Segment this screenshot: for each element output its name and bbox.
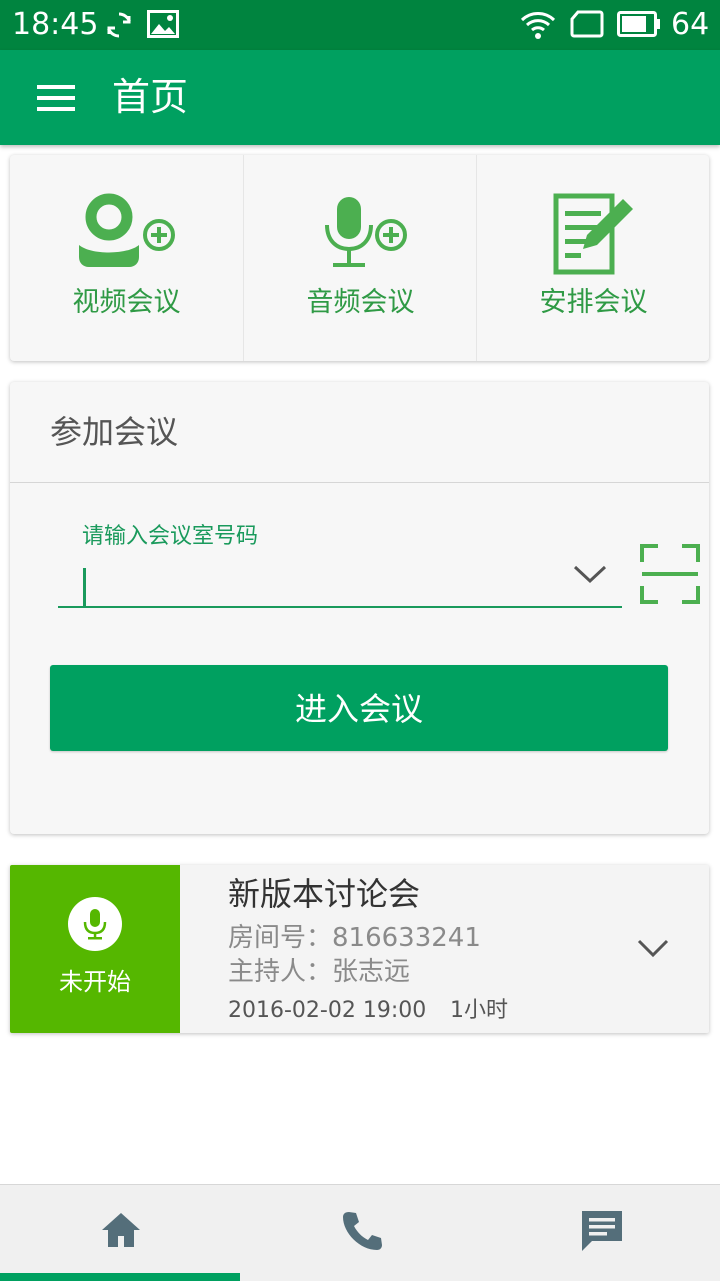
app-bar: 首页 [0,50,720,145]
status-time: 18:45 [12,7,99,42]
schedule-edit-icon [553,193,633,275]
video-conference-add-icon [79,193,175,267]
tab-home[interactable] [0,1185,240,1281]
quick-action-label: 音频会议 [306,287,415,318]
mic-icon [83,909,107,940]
status-bar: 18:45 64 [0,0,720,50]
quick-action-label: 视频会议 [72,287,181,318]
room-number-row: 房间号：816633241 [228,921,481,955]
tab-calls[interactable] [240,1185,480,1281]
battery-level: 64 [671,7,710,42]
video-conference-button[interactable]: 视频会议 [10,155,243,361]
divider [10,482,709,483]
meeting-datetime: 2016-02-02 19:00 [228,998,427,1023]
sim-icon [570,10,604,38]
phone-icon [343,1212,382,1250]
quick-action-label: 安排会议 [539,287,648,318]
audio-conference-button[interactable]: 音频会议 [243,155,477,361]
image-icon [147,10,179,38]
battery-icon [617,11,660,37]
bottom-navigation [0,1184,720,1281]
sync-icon [107,12,131,38]
join-meeting-heading: 参加会议 [50,413,179,451]
meeting-title: 新版本讨论会 [228,875,421,913]
page-title: 首页 [112,75,189,119]
room-number-caption: 房间号： [228,923,333,953]
text-cursor [83,568,86,606]
meeting-status-panel: 未开始 [10,865,180,1033]
room-number-label: 请输入会议室号码 [82,524,259,549]
quick-actions-card: 视频会议 音频会议 安排会议 [10,155,709,361]
menu-icon[interactable] [37,83,75,113]
tab-messages[interactable] [480,1185,720,1281]
host-name: 张志远 [332,957,411,987]
audio-conference-add-icon [325,197,407,267]
chevron-down-icon[interactable] [572,562,608,586]
home-icon [102,1213,140,1247]
wifi-icon [520,12,556,39]
room-number-value: 816633241 [332,923,481,953]
message-icon [582,1211,622,1251]
join-meeting-card: 参加会议 请输入会议室号码 进入会议 [10,382,709,834]
room-number-input[interactable] [58,552,622,608]
scan-qr-icon[interactable] [640,544,700,604]
host-row: 主持人：张志远 [228,955,410,989]
meeting-status: 未开始 [59,968,131,996]
chevron-down-icon[interactable] [636,937,670,959]
mic-badge [68,897,122,951]
meeting-duration: 1小时 [450,998,508,1023]
schedule-meeting-button[interactable]: 安排会议 [476,155,710,361]
host-caption: 主持人： [228,957,333,987]
meeting-list-item[interactable]: 未开始 新版本讨论会 房间号：816633241 主持人：张志远 2016-02… [10,865,709,1033]
enter-meeting-button[interactable]: 进入会议 [50,665,668,751]
